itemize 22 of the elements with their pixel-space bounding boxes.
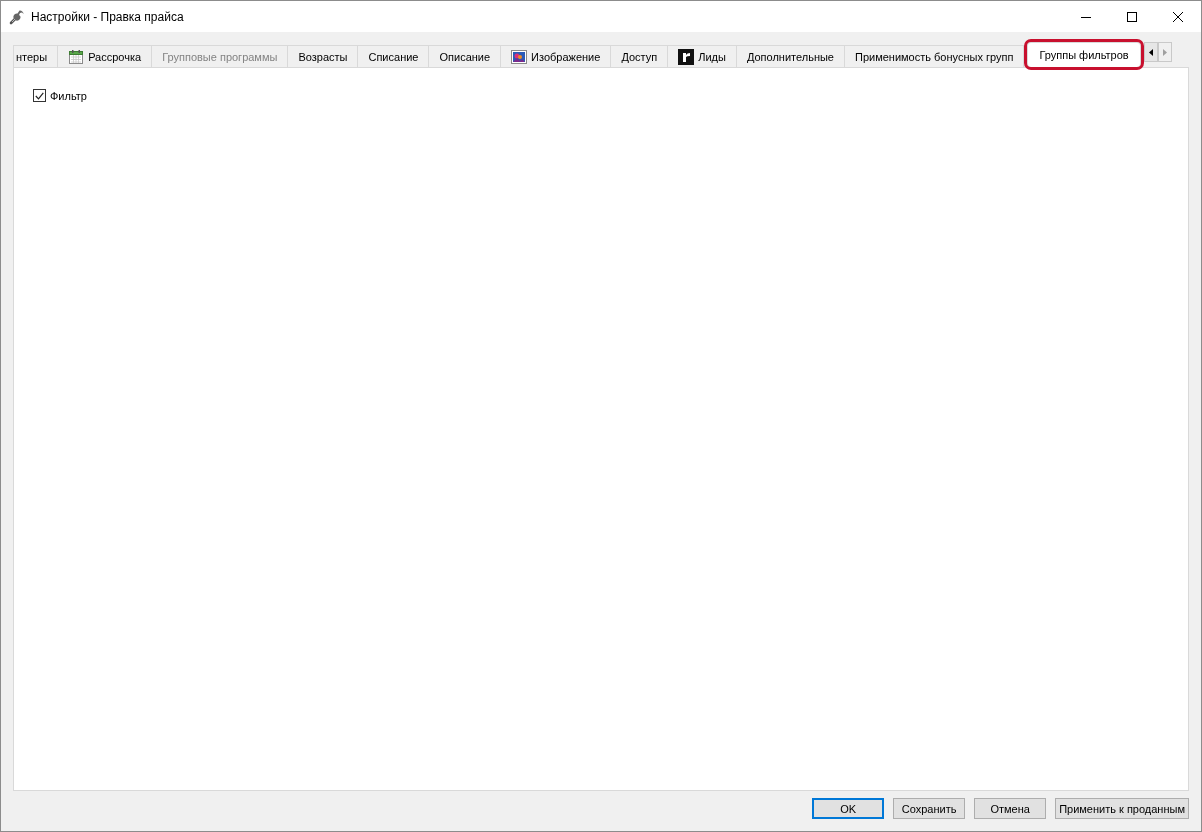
checkbox-label: Фильтр	[50, 89, 87, 102]
picture-icon	[511, 48, 528, 65]
right-triangle-icon	[1162, 48, 1167, 56]
close-icon	[1173, 11, 1183, 22]
tab[interactable]: Лиды	[667, 45, 737, 67]
tab[interactable]: Группы фильтров	[1027, 42, 1141, 67]
tab[interactable]: Применимость бонусных групп	[844, 45, 1025, 67]
dialog-button[interactable]: OK	[812, 798, 885, 819]
calendar-icon	[68, 48, 85, 65]
letter-icon	[678, 48, 695, 65]
checkmark-icon	[35, 91, 44, 100]
dialog-button[interactable]: Отмена	[974, 798, 1047, 819]
checkbox[interactable]	[33, 89, 46, 102]
tab[interactable]: нтеры	[13, 45, 59, 67]
dialog-button[interactable]: Применить к проданным	[1055, 798, 1189, 819]
tab[interactable]: Рассрочка	[57, 45, 153, 67]
tab[interactable]: Изображение	[500, 45, 612, 67]
left-triangle-icon	[1148, 48, 1153, 56]
dialog-button[interactable]: Сохранить	[893, 798, 966, 819]
maximize-icon	[1127, 11, 1137, 22]
window-title: Настройки - Правка прайса	[31, 9, 184, 24]
wrench-icon	[9, 8, 25, 25]
